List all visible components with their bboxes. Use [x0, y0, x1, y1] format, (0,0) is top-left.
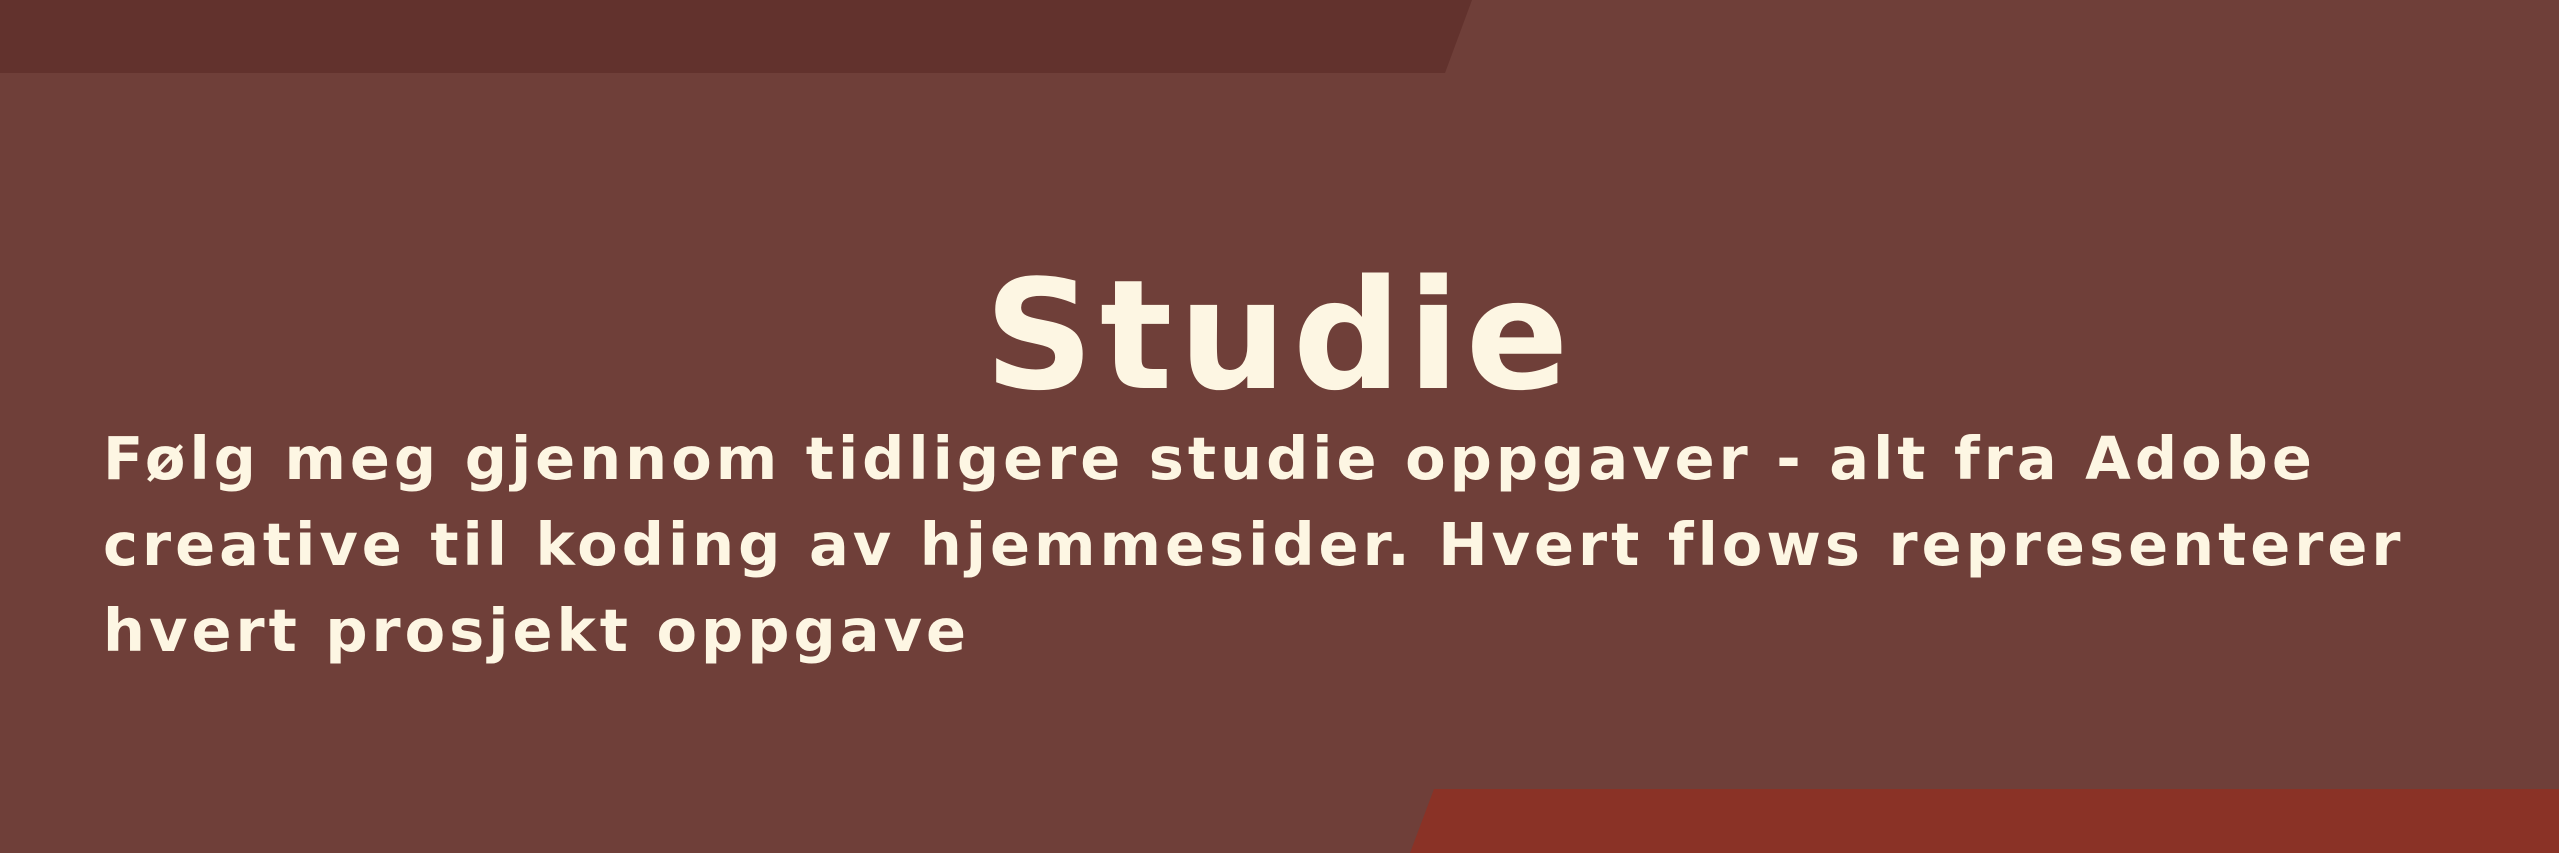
top-decorative-band	[0, 0, 1472, 73]
description-line-3: hvert prosjekt oppgave	[103, 596, 971, 665]
description-paragraph: Følg meg gjennom tidligere studie oppgav…	[103, 416, 2483, 674]
page-title: Studie	[984, 246, 1575, 424]
bottom-decorative-band	[1410, 789, 2559, 853]
description-line-2: creative til koding av hjemmesider. Hver…	[103, 510, 2405, 579]
description-line-1: Følg meg gjennom tidligere studie oppgav…	[103, 424, 2316, 493]
